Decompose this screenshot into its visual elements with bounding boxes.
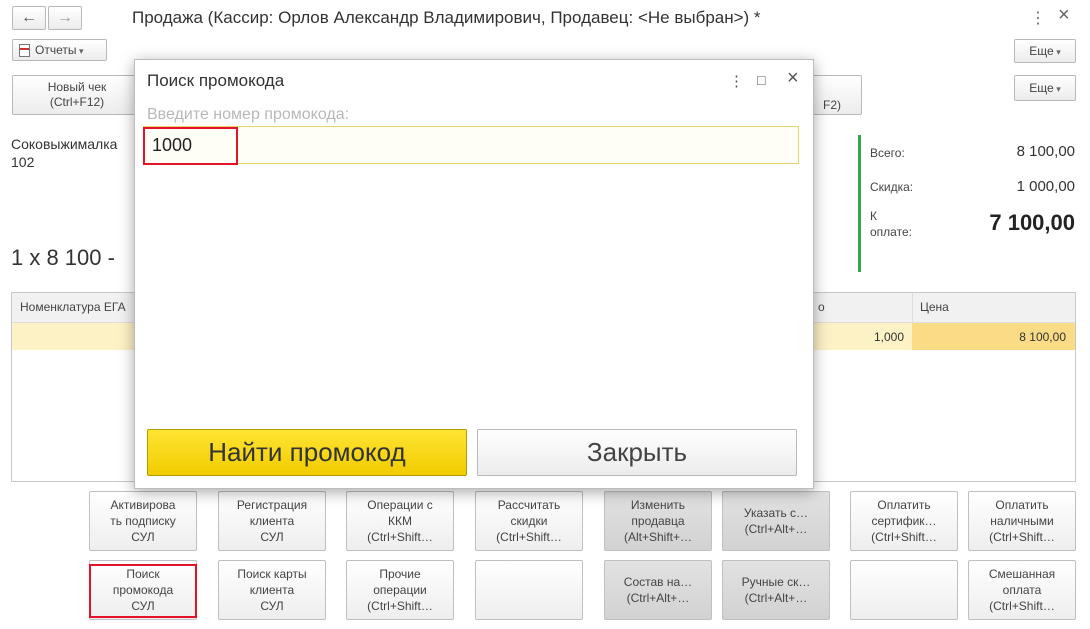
total-value: 8 100,00 [1016, 143, 1075, 160]
new-check-button[interactable]: Новый чек (Ctrl+F12) [12, 75, 142, 115]
manual-discounts-button[interactable]: Ручные ск… (Ctrl+Alt+… [722, 560, 830, 620]
discount-label: Скидка: [870, 180, 914, 194]
activate-subscription-button[interactable]: Активирова ть подписку СУЛ [89, 491, 197, 551]
pay-cash-button[interactable]: Оплатить наличными (Ctrl+Shift… [968, 491, 1076, 551]
product-name: Соковыжималка [11, 136, 118, 152]
mixed-payment-button[interactable]: Смешанная оплата (Ctrl+Shift… [968, 560, 1076, 620]
more-button-top[interactable]: Еще [1014, 39, 1076, 63]
promo-search-dialog: Поиск промокода ⋮ □ × Введите номер пром… [134, 59, 814, 489]
column-divider [912, 293, 913, 323]
reports-button[interactable]: Отчеты [12, 39, 107, 61]
promo-input-placeholder: Введите номер промокода: [147, 106, 350, 123]
promo-input-highlight-frame [143, 127, 238, 165]
empty-button-1[interactable] [475, 560, 583, 620]
forward-button[interactable]: → [48, 6, 82, 30]
register-client-button[interactable]: Регистрация клиента СУЛ [218, 491, 326, 551]
window-close-icon[interactable]: × [1058, 4, 1070, 27]
row-quantity: 1,000 [873, 330, 904, 344]
arrow-left-icon: ← [21, 9, 37, 26]
row-price: 8 100,00 [1019, 330, 1066, 344]
change-seller-button[interactable]: Изменить продавца (Alt+Shift+… [604, 491, 712, 551]
window-menu-icon[interactable]: ⋮ [1030, 8, 1046, 28]
dialog-maximize-icon[interactable]: □ [757, 72, 765, 88]
to-pay-value: 7 100,00 [989, 210, 1075, 235]
more-button[interactable]: Еще [1014, 75, 1076, 101]
pay-certificate-button[interactable]: Оплатить сертифик… (Ctrl+Shift… [850, 491, 958, 551]
find-promo-button[interactable]: Найти промокод [147, 429, 467, 476]
totals-green-bar [858, 135, 861, 272]
dialog-title: Поиск промокода [147, 71, 285, 90]
column-header-qty[interactable]: о [818, 300, 825, 314]
column-header-price[interactable]: Цена [920, 300, 949, 314]
product-code: 102 [11, 154, 35, 170]
empty-button-2[interactable] [850, 560, 958, 620]
other-operations-button[interactable]: Прочие операции (Ctrl+Shift… [346, 560, 454, 620]
report-icon [19, 43, 30, 57]
discount-value: 1 000,00 [1016, 178, 1075, 195]
calculate-discounts-button[interactable]: Рассчитать скидки (Ctrl+Shift… [475, 491, 583, 551]
specify-button[interactable]: Указать с… (Ctrl+Alt+… [722, 491, 830, 551]
dialog-close-icon[interactable]: × [787, 67, 799, 90]
column-header-nomenclature[interactable]: Номенклатура ЕГА [20, 300, 126, 314]
to-pay-label: К оплате: [870, 209, 912, 239]
back-button[interactable]: ← [12, 6, 46, 30]
window-title: Продажа (Кассир: Орлов Александр Владими… [132, 8, 761, 27]
close-dialog-button[interactable]: Закрыть [477, 429, 797, 476]
quantity-line: 1 x 8 100 - [11, 245, 115, 270]
composition-button[interactable]: Состав на… (Ctrl+Alt+… [604, 560, 712, 620]
promo-search-highlight-frame [89, 564, 197, 618]
reports-label: Отчеты [35, 43, 84, 57]
arrow-right-icon: → [57, 9, 73, 26]
dialog-menu-icon[interactable]: ⋮ [729, 72, 744, 90]
promo-code-input[interactable]: 1000 [143, 126, 799, 164]
client-card-search-button[interactable]: Поиск карты клиента СУЛ [218, 560, 326, 620]
kkm-operations-button[interactable]: Операции с ККМ (Ctrl+Shift… [346, 491, 454, 551]
total-label: Всего: [870, 146, 905, 160]
